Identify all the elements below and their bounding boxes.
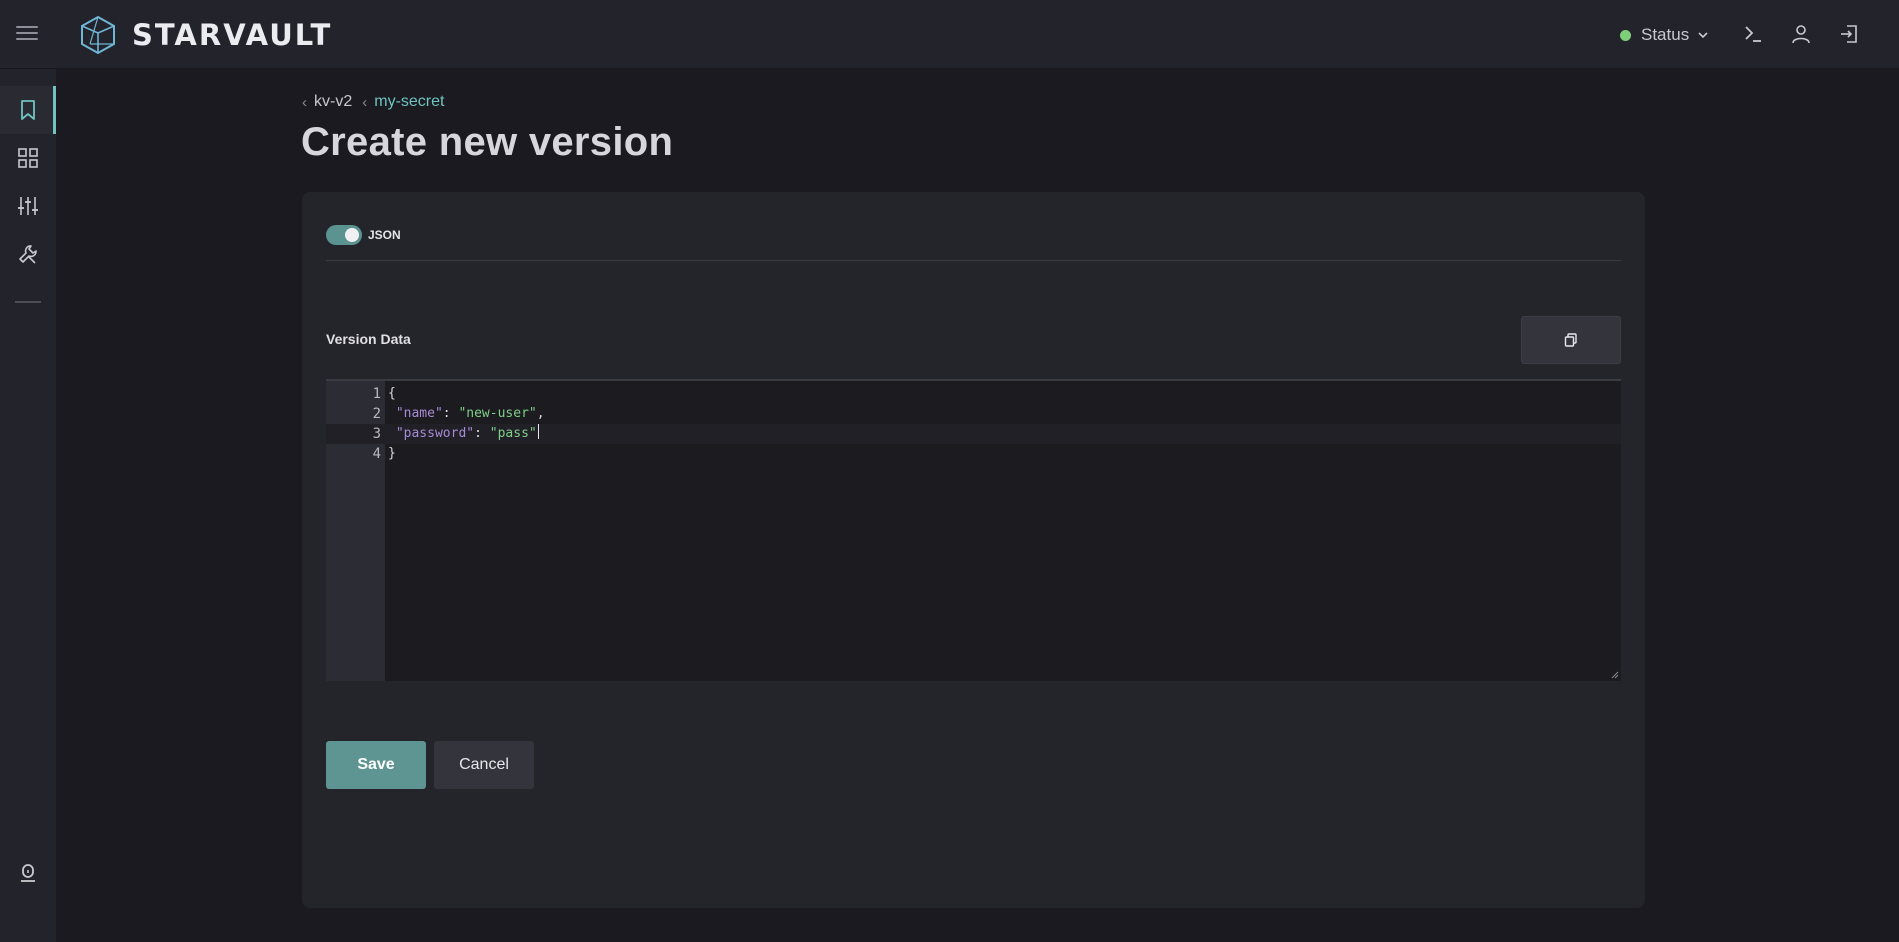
- breadcrumb-label: my-secret: [374, 93, 445, 110]
- code-text: "password": "pass": [395, 424, 539, 441]
- save-button[interactable]: Save: [326, 741, 426, 789]
- editor-line[interactable]: 2 "name": "new-user",: [326, 404, 1621, 424]
- json-toggle-label: JSON: [368, 228, 401, 242]
- sidebar-item-dashboard[interactable]: [0, 134, 56, 182]
- json-editor[interactable]: 1 { 2 "name": "new-user", 3 "password": …: [326, 379, 1621, 681]
- chevron-left-icon: ‹: [302, 93, 307, 111]
- terminal-icon[interactable]: [1741, 22, 1765, 46]
- tools-icon: [19, 245, 37, 264]
- line-number: 3: [372, 426, 381, 442]
- json-toggle[interactable]: JSON: [326, 225, 401, 245]
- version-form-card: JSON Version Data 1 { 2 "name": "new-use…: [302, 192, 1645, 908]
- line-number: 4: [372, 446, 381, 462]
- json-string: "pass": [489, 426, 537, 441]
- version-data-label: Version Data: [326, 331, 411, 347]
- text-cursor: [537, 424, 539, 439]
- user-icon[interactable]: [1789, 22, 1813, 46]
- status-label: Status: [1641, 25, 1690, 44]
- resize-handle-icon[interactable]: [1611, 671, 1619, 679]
- toggle-switch[interactable]: [326, 225, 362, 245]
- line-number: 1: [372, 386, 381, 402]
- copy-icon: [1564, 333, 1577, 347]
- breadcrumb-item-my-secret[interactable]: ‹ my-secret: [362, 93, 444, 111]
- starvault-logo-icon[interactable]: [79, 15, 117, 55]
- menu-icon[interactable]: [16, 26, 38, 42]
- line-number: 2: [372, 406, 381, 422]
- breadcrumb: ‹ kv-v2 ‹ my-secret: [302, 93, 454, 111]
- sliders-icon: [18, 197, 38, 215]
- sidebar-divider: [15, 301, 41, 303]
- code-text: "name": "new-user",: [395, 406, 545, 421]
- copy-button[interactable]: [1521, 316, 1621, 364]
- brand-name: STARVAULT: [132, 18, 333, 52]
- json-string: "new-user": [458, 406, 537, 421]
- top-bar: STARVAULT Status: [0, 0, 1899, 69]
- chevron-left-icon: ‹: [362, 93, 368, 111]
- breadcrumb-item-kv-v2[interactable]: ‹ kv-v2: [302, 93, 352, 111]
- sidebar-item-secrets[interactable]: [0, 86, 56, 134]
- grid-icon: [18, 148, 38, 168]
- json-key: "name": [395, 406, 443, 421]
- json-key: "password": [395, 426, 475, 441]
- card-divider: [326, 260, 1621, 261]
- status-dropdown[interactable]: Status: [1620, 25, 1709, 45]
- code-text: }: [388, 446, 396, 461]
- breadcrumb-label: kv-v2: [314, 93, 353, 110]
- code-text: {: [388, 386, 396, 401]
- lock-icon[interactable]: [17, 862, 39, 884]
- bookmark-icon: [21, 100, 35, 120]
- status-indicator: [1620, 29, 1631, 41]
- cancel-button[interactable]: Cancel: [434, 741, 534, 789]
- logout-icon[interactable]: [1837, 22, 1861, 46]
- editor-line[interactable]: 4 }: [326, 444, 1621, 464]
- chevron-down-icon: [1698, 32, 1708, 39]
- editor-line-active[interactable]: 3 "password": "pass": [326, 424, 1621, 444]
- editor-line[interactable]: 1 {: [326, 384, 1621, 404]
- sidebar: [0, 69, 56, 942]
- sidebar-item-tools[interactable]: [0, 230, 56, 278]
- sidebar-item-settings[interactable]: [0, 182, 56, 230]
- page-title: Create new version: [301, 120, 674, 164]
